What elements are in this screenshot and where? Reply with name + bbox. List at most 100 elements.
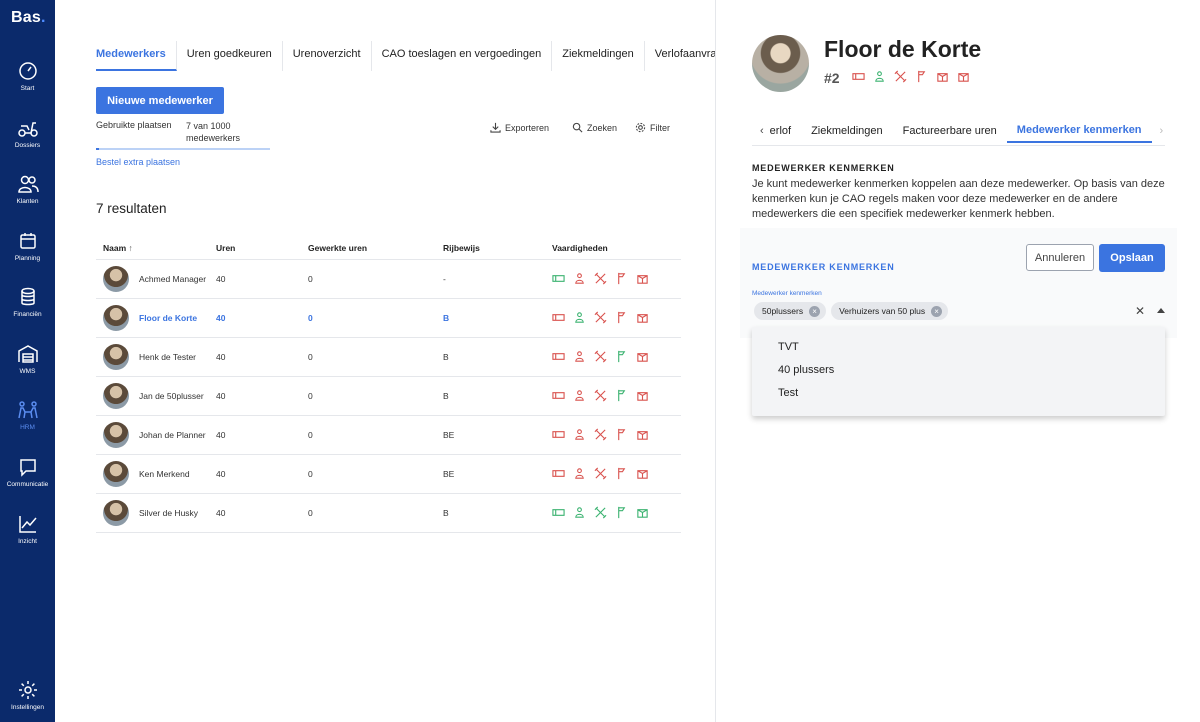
box-icon [637,509,648,518]
sidebar-item-hrm[interactable]: HRM [0,400,55,431]
table-row[interactable]: Achmed Manager 40 0- [96,259,681,299]
tab-urenoverzicht[interactable]: Urenoverzicht [283,41,372,71]
selected-chips[interactable]: 50plussers × Verhuizers van 50 plus × [754,302,949,320]
tab-verlof[interactable]: erlof [768,120,801,142]
tools-icon [594,389,607,402]
kenmerken-dropdown: TVT 40 plussers Test [752,327,1165,416]
sidebar-item-wms[interactable]: WMS [0,344,55,375]
export-button[interactable]: Exporteren [490,122,549,133]
people-icon [17,401,38,419]
cell-worked: 0 [301,259,436,299]
flag-icon [618,428,626,441]
tools-icon [594,467,607,480]
box-icon [637,431,648,440]
ticket-icon [552,392,565,399]
dropdown-option[interactable]: Test [778,387,798,399]
cell-skills [545,259,681,299]
coins-icon [20,287,35,306]
tab-verlofaanvragen[interactable]: Verlofaanvragen [645,41,716,71]
tab-medewerker-kenmerken[interactable]: Medewerker kenmerken [1006,119,1152,143]
employee-id: #2 [824,70,840,86]
box-icon [637,353,648,362]
logo[interactable]: Bas. [11,9,46,27]
chevron-left-icon[interactable]: ‹ [752,125,768,137]
cell-skills [545,493,681,533]
dropdown-option[interactable]: TVT [778,341,799,353]
avatar [103,499,129,526]
sidebar-item-inzicht[interactable]: Inzicht [0,514,55,545]
table-row[interactable]: Henk de Tester 40 0 B [96,337,681,377]
tab-cao-toeslagen[interactable]: CAO toeslagen en vergoedingen [372,41,553,71]
table-row[interactable]: Jan de 50plusser 40 0 B [96,376,681,416]
new-employee-button[interactable]: Nieuwe medewerker [96,87,224,114]
table-row[interactable]: Ken Merkend 40 0 BE [96,454,681,494]
sidebar-item-klanten[interactable]: Klanten [0,174,55,205]
filter-button[interactable]: Filter [635,122,670,133]
flag-icon [618,467,626,480]
tab-uren-goedkeuren[interactable]: Uren goedkeuren [177,41,283,71]
search-button[interactable]: Zoeken [572,122,617,133]
remove-chip-icon[interactable]: × [931,305,943,317]
tab-medewerkers[interactable]: Medewerkers [96,41,177,71]
column-header-rijbewijs[interactable]: Rijbewijs [436,238,545,260]
chevron-right-icon[interactable]: › [1152,125,1164,137]
sidebar-item-start[interactable]: Start [0,61,55,92]
ticket-icon [552,275,565,282]
section-description: Je kunt medewerker kenmerken koppelen aa… [752,178,1165,220]
gauge-icon [18,62,37,80]
tab-ziekmeldingen[interactable]: Ziekmeldingen [552,41,645,71]
flag-icon [618,311,626,324]
employee-detail-panel: Floor de Korte #2 ‹ erlof Ziekmeldingen … [715,0,1200,722]
save-button[interactable]: Opslaan [1099,244,1165,272]
ticket-icon [552,509,565,516]
employee-name: Floor de Korte [824,36,982,62]
cell-hours: 40 [209,337,301,377]
flag-icon [618,350,626,363]
cell-license: B [436,298,545,338]
cell-worked: 0 [301,337,436,377]
person-icon [575,312,584,323]
box-icon [637,470,648,479]
table-row[interactable]: Floor de Korte 40 0 B [96,298,681,338]
cell-license: B [436,493,545,533]
avatar [103,382,129,409]
ticket-icon [552,353,565,360]
column-header-uren[interactable]: Uren [209,238,301,260]
sort-arrow-icon[interactable]: ↑ [129,243,133,253]
tab-ziekmeldingen[interactable]: Ziekmeldingen [801,120,893,142]
kenmerken-card: MEDEWERKER KENMERKEN Annuleren Opslaan M… [740,228,1177,338]
table-row[interactable]: Silver de Husky 40 0 B [96,493,681,533]
table-row[interactable]: Johan de Planner 40 0 BE [96,415,681,455]
order-extra-seats-link[interactable]: Bestel extra plaatsen [96,157,180,167]
cell-name: Henk de Tester [96,337,209,377]
sidebar-item-instellingen[interactable]: Instellingen [0,680,55,711]
sidebar-item-dossiers[interactable]: Dossiers [0,118,55,149]
table-header-row: Naam ↑ Uren Gewerkte uren Rijbewijs Vaar… [96,238,681,260]
cell-hours: 40 [209,454,301,494]
cell-worked: 0 [301,493,436,533]
column-header-vaardigheden[interactable]: Vaardigheden [545,238,681,260]
calendar-icon [19,233,36,249]
cell-license: BE [436,415,545,455]
flag-icon [618,389,626,402]
column-header-gewerkte-uren[interactable]: Gewerkte uren [301,238,436,260]
cell-hours: 40 [209,415,301,455]
chat-icon [19,459,36,477]
cell-name: Silver de Husky [96,493,209,533]
sidebar-item-communicatie[interactable]: Communicatie [0,457,55,488]
tab-factureerbare-uren[interactable]: Factureerbare uren [893,120,1007,142]
cell-skills [545,298,681,338]
column-header-naam[interactable]: Naam ↑ [96,238,209,260]
download-icon [490,122,501,133]
clear-icon[interactable]: ✕ [1135,304,1145,318]
chip: Verhuizers van 50 plus × [831,302,949,320]
used-seats-value: 7 van 1000 medewerkers [186,121,241,143]
caret-up-icon[interactable] [1157,308,1165,313]
tools-icon [594,350,607,363]
dropdown-option[interactable]: 40 plussers [778,364,834,376]
cancel-button[interactable]: Annuleren [1026,244,1094,271]
remove-chip-icon[interactable]: × [809,305,821,317]
sidebar-item-financien[interactable]: Financiën [0,287,55,318]
main-tabs: Medewerkers Uren goedkeuren Urenoverzich… [96,41,716,71]
sidebar-item-planning[interactable]: Planning [0,231,55,262]
